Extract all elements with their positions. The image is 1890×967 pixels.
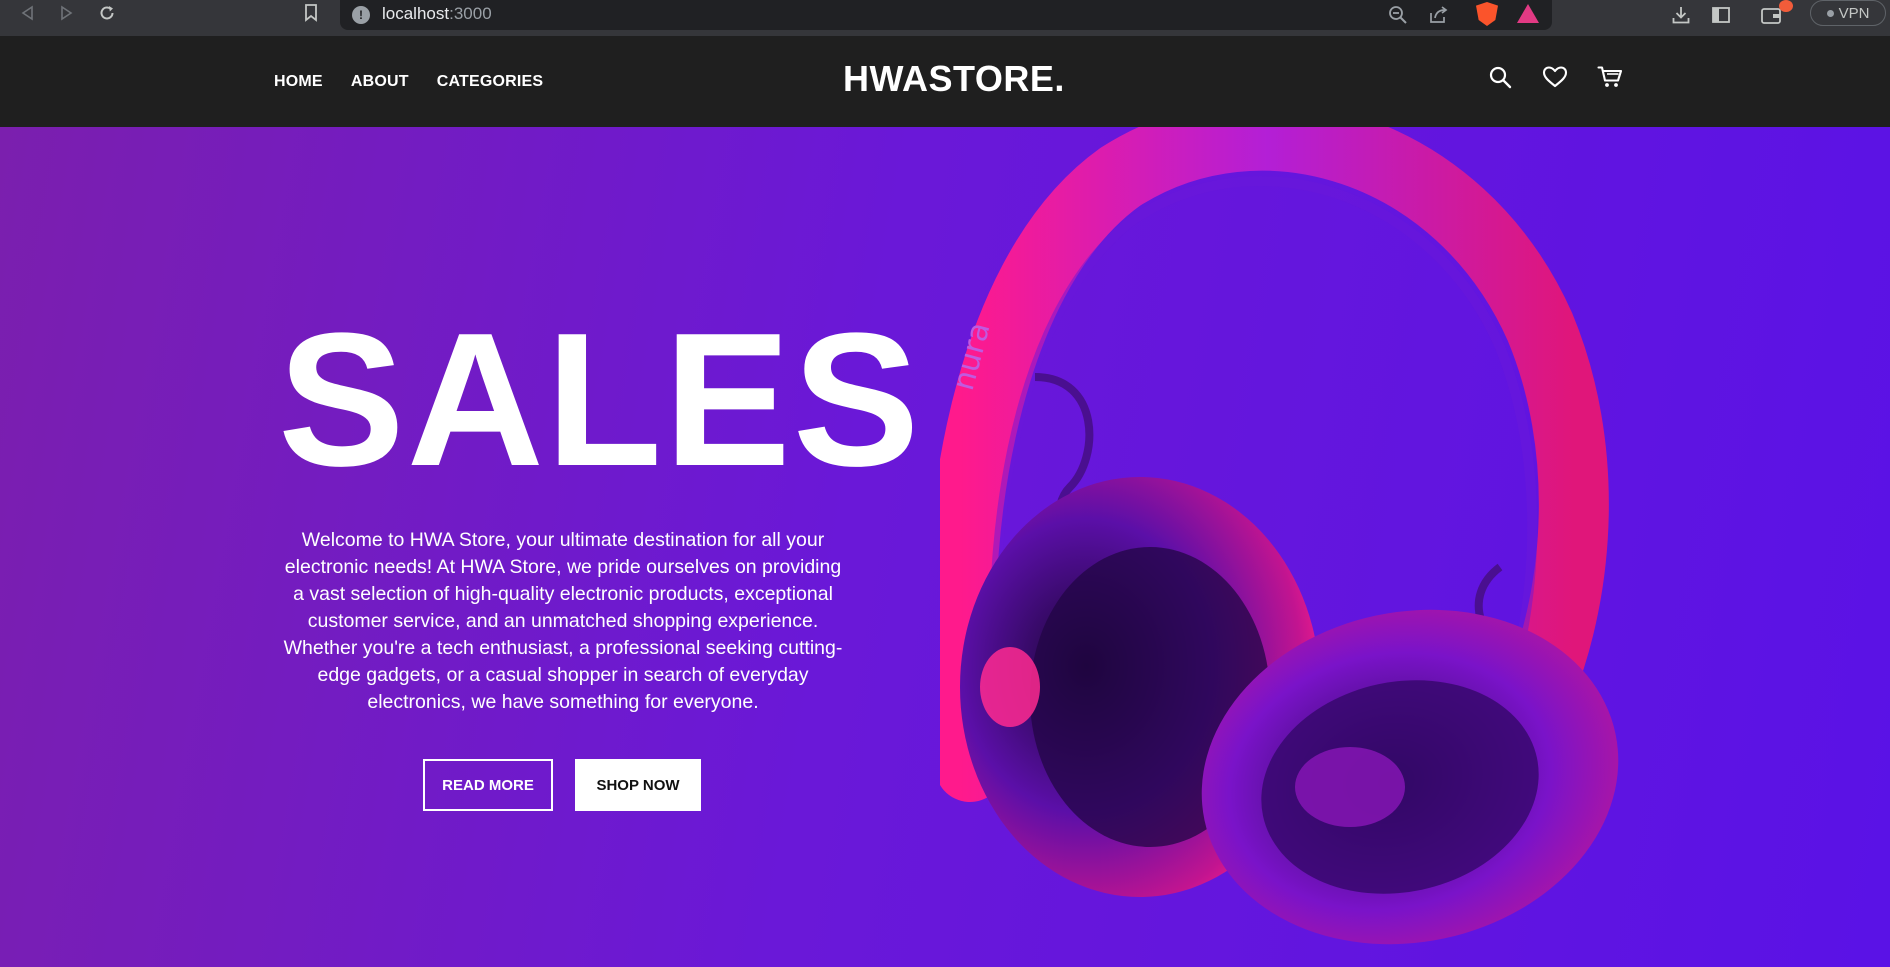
reload-icon[interactable] (92, 0, 122, 26)
headphones-image: nura (940, 127, 1619, 945)
nav-about[interactable]: ABOUT (351, 73, 409, 91)
url-host: localhost (382, 4, 450, 23)
heart-icon[interactable] (1539, 62, 1570, 92)
search-icon[interactable] (1484, 62, 1515, 92)
vpn-button[interactable]: VPN (1810, 0, 1886, 26)
forward-icon[interactable] (52, 0, 82, 26)
cart-icon[interactable] (1594, 62, 1625, 92)
hero-description: Welcome to HWA Store, your ultimate dest… (283, 529, 843, 713)
header-actions (1484, 62, 1625, 92)
browser-toolbar: ! localhost:3000 VPN (0, 0, 1890, 36)
address-bar[interactable]: ! localhost:3000 (340, 0, 1552, 30)
brave-rewards-icon[interactable] (1517, 4, 1539, 23)
shop-now-button[interactable]: SHOP NOW (575, 759, 701, 811)
bookmark-icon[interactable] (296, 0, 326, 26)
hero-banner: nura SALES Welcome to HWA Store, your ul… (0, 127, 1890, 967)
notification-badge (1779, 0, 1793, 12)
site-logo[interactable]: HWASTORE. (843, 58, 1065, 100)
nav-categories[interactable]: CATEGORIES (437, 73, 544, 91)
url-text: localhost:3000 (382, 4, 492, 24)
read-more-button[interactable]: READ MORE (423, 759, 553, 811)
vpn-status-dot (1826, 9, 1834, 17)
share-icon[interactable] (1426, 3, 1450, 27)
zoom-out-icon[interactable] (1386, 3, 1410, 27)
downloads-icon[interactable] (1668, 2, 1694, 28)
nav-home[interactable]: HOME (274, 73, 323, 91)
hero-title: SALES (278, 294, 922, 506)
url-port: :3000 (449, 4, 492, 23)
site-header: HOME ABOUT CATEGORIES HWASTORE. (0, 36, 1890, 127)
back-icon[interactable] (12, 0, 42, 26)
vpn-label: VPN (1838, 4, 1870, 22)
sidebar-icon[interactable] (1708, 2, 1734, 28)
main-nav: HOME ABOUT CATEGORIES (274, 36, 543, 127)
site-info-icon[interactable]: ! (352, 6, 370, 24)
